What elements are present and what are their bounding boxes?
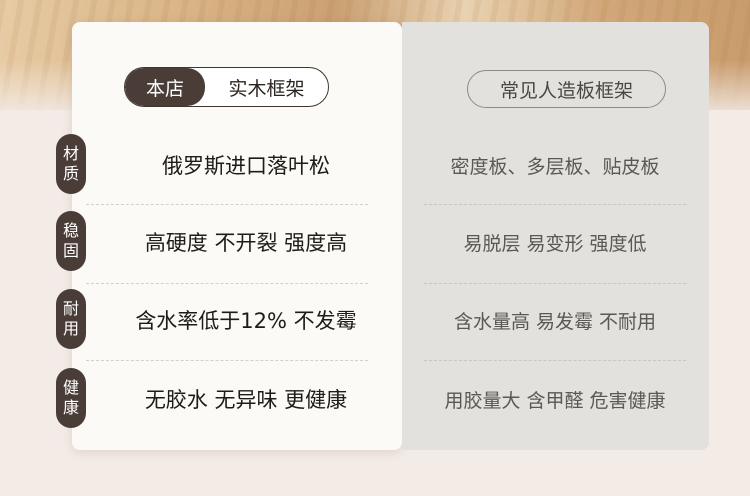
- our-store-label: 本店: [125, 68, 205, 106]
- common-health-text: 用胶量大 含甲醛 危害健康: [444, 389, 666, 412]
- category-char: 材: [62, 144, 79, 163]
- ours-stability-text: 高硬度 不开裂 强度高: [144, 231, 348, 255]
- row-divider: [86, 204, 368, 205]
- row-divider: [424, 283, 686, 284]
- ours-material-text: 俄罗斯进口落叶松: [162, 154, 330, 178]
- category-char: 耐: [62, 299, 79, 318]
- row-divider: [424, 360, 686, 361]
- category-char: 稳: [62, 221, 79, 240]
- category-badge-health: 健 康: [56, 368, 86, 428]
- header-toggle: 本店 实木框架: [124, 67, 329, 107]
- row-divider: [424, 204, 686, 205]
- category-char: 质: [62, 164, 79, 183]
- category-badge-material: 材 质: [56, 134, 86, 194]
- row-divider: [86, 360, 368, 361]
- common-frame-label: 常见人造板框架: [467, 70, 666, 108]
- common-material-text: 密度板、多层板、贴皮板: [450, 155, 660, 178]
- ours-health-text: 无胶水 无异味 更健康: [144, 388, 348, 412]
- category-char: 固: [62, 241, 79, 260]
- category-char: 康: [62, 398, 79, 417]
- solid-wood-frame-label: 实木框架: [228, 77, 305, 100]
- category-char: 健: [62, 378, 79, 397]
- common-durability-text: 含水量高 易发霉 不耐用: [453, 310, 657, 333]
- common-stability-text: 易脱层 易变形 强度低: [463, 232, 647, 255]
- category-badge-durability: 耐 用: [56, 289, 86, 349]
- ours-durability-text: 含水率低于12% 不发霉: [135, 309, 357, 333]
- row-divider: [86, 283, 368, 284]
- category-badge-stability: 稳 固: [56, 211, 86, 271]
- category-char: 用: [62, 319, 79, 338]
